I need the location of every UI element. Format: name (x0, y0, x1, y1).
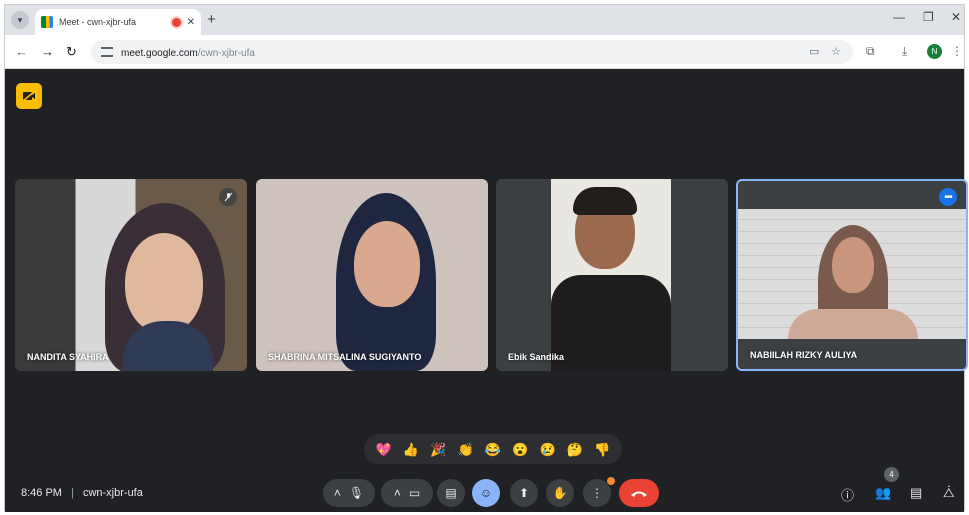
reaction-thinking[interactable]: 🤔 (567, 443, 583, 456)
hand-icon: ✋ (552, 486, 568, 500)
participant-tile-2[interactable]: SHABRINA MITSALINA SUGIYANTO (256, 179, 488, 371)
bookmark-star-icon[interactable]: ☆ (831, 45, 841, 58)
restore-icon[interactable]: ❐ (923, 10, 934, 24)
meet-stage: NANDITA SYAHIRA SHABRINA MITSALINA SUGIY… (5, 69, 968, 512)
captions-icon: ▤ (445, 486, 457, 500)
minimize-icon[interactable]: — (893, 10, 905, 24)
participant-tile-4[interactable]: ••• NABIILAH RIZKY AULIYA (736, 179, 968, 371)
reactions-bar: 💖 👍 🎉 👏 😂 😮 😢 🤔 👎 (364, 434, 622, 464)
meeting-info: 8:46 PM | cwn-xjbr-ufa (21, 487, 143, 499)
reaction-sparkling-heart[interactable]: 💖 (376, 443, 392, 456)
reaction-surprised[interactable]: 😮 (512, 443, 528, 456)
site-info-icon[interactable] (101, 47, 113, 57)
present-icon: ⬆ (518, 486, 530, 500)
captions-button[interactable]: ▤ (437, 479, 465, 507)
browser-toolbar: ← → ↻ meet.google.com/cwn-xjbr-ufa ▭ ☆ ⧉… (5, 35, 964, 69)
chevron-up-icon[interactable]: ˄ (394, 486, 401, 500)
people-count-badge: 4 (884, 467, 899, 482)
clock-time: 8:46 PM (21, 487, 62, 499)
chat-icon[interactable]: ▤ (910, 485, 922, 501)
tab-strip: ▾ Meet - cwn-xjbr-ufa ✕ + — ❐ ✕ (5, 5, 964, 35)
microphone-icon: 🎙 (348, 486, 365, 500)
reload-icon[interactable]: ↻ (66, 44, 77, 60)
participant-name: Ebik Sandika (508, 352, 565, 362)
back-icon[interactable]: ← (15, 44, 28, 59)
participant-name: NANDITA SYAHIRA (27, 352, 109, 362)
new-tab-icon[interactable]: + (207, 11, 216, 28)
participant-tile-1[interactable]: NANDITA SYAHIRA (15, 179, 247, 371)
extensions-icon[interactable]: ⧉ (866, 44, 875, 59)
end-call-icon (631, 491, 647, 497)
more-options-icon[interactable]: ••• (939, 188, 957, 206)
participant-tile-3[interactable]: Ebik Sandika (496, 179, 728, 371)
reaction-party-popper[interactable]: 🎉 (430, 443, 446, 456)
url-host: meet.google.com (121, 48, 198, 59)
tab-search-icon[interactable]: ▾ (11, 11, 29, 29)
participant-name: SHABRINA MITSALINA SUGIYANTO (268, 352, 422, 362)
meeting-details-icon[interactable]: ⓘ (841, 485, 854, 504)
people-icon[interactable]: 👥 (875, 485, 891, 501)
participant-video-1 (105, 203, 225, 371)
tab-meet[interactable]: Meet - cwn-xjbr-ufa ✕ (35, 9, 201, 35)
reaction-clapping[interactable]: 👏 (458, 443, 474, 456)
browser-window: ▾ Meet - cwn-xjbr-ufa ✕ + — ❐ ✕ ← → ↻ me… (4, 4, 968, 512)
participant-name: NABIILAH RIZKY AULIYA (750, 350, 858, 360)
url-path: /cwn-xjbr-ufa (197, 48, 255, 59)
chevron-up-icon[interactable]: ˄ (334, 486, 341, 500)
raise-hand-button[interactable]: ✋ (546, 479, 574, 507)
meet-favicon-icon (41, 16, 53, 28)
smiley-icon: ☺ (479, 486, 493, 500)
notification-dot (607, 477, 615, 485)
meeting-code: cwn-xjbr-ufa (82, 487, 143, 499)
profile-avatar[interactable]: N (927, 44, 942, 59)
activities-icon[interactable]: ⧊ (943, 485, 955, 501)
microphone-button[interactable]: ˄ 🎙 (323, 479, 375, 507)
participant-video-3 (551, 179, 671, 371)
tab-title: Meet - cwn-xjbr-ufa (59, 17, 137, 27)
close-window-icon[interactable]: ✕ (951, 10, 961, 24)
browser-menu-icon[interactable]: ⋮ (951, 44, 963, 58)
present-screen-button[interactable]: ⬆ (510, 479, 538, 507)
reaction-sad[interactable]: 😢 (540, 443, 556, 456)
more-vert-icon: ⋮ (591, 486, 603, 500)
participant-video-2 (326, 193, 446, 371)
camera-button[interactable]: ˄ ▭ (381, 479, 433, 507)
separator: | (71, 487, 74, 499)
mic-muted-icon (219, 188, 237, 206)
reaction-thumbs-down[interactable]: 👎 (594, 443, 610, 456)
forward-icon[interactable]: → (41, 44, 54, 59)
recording-icon (171, 17, 181, 27)
address-bar[interactable]: meet.google.com/cwn-xjbr-ufa (91, 40, 853, 64)
camera-icon: ▭ (408, 486, 421, 500)
reaction-thumbs-up[interactable]: 👍 (403, 443, 419, 456)
leave-call-button[interactable] (619, 479, 659, 507)
send-reaction-button[interactable]: ☺ (472, 479, 500, 507)
cast-icon[interactable]: ▭ (809, 45, 819, 58)
camera-off-icon[interactable] (16, 83, 42, 109)
close-tab-icon[interactable]: ✕ (187, 17, 195, 28)
participant-video-4 (738, 209, 966, 339)
reaction-laughing[interactable]: 😂 (485, 443, 501, 456)
download-icon[interactable]: ⤓ (902, 44, 907, 59)
